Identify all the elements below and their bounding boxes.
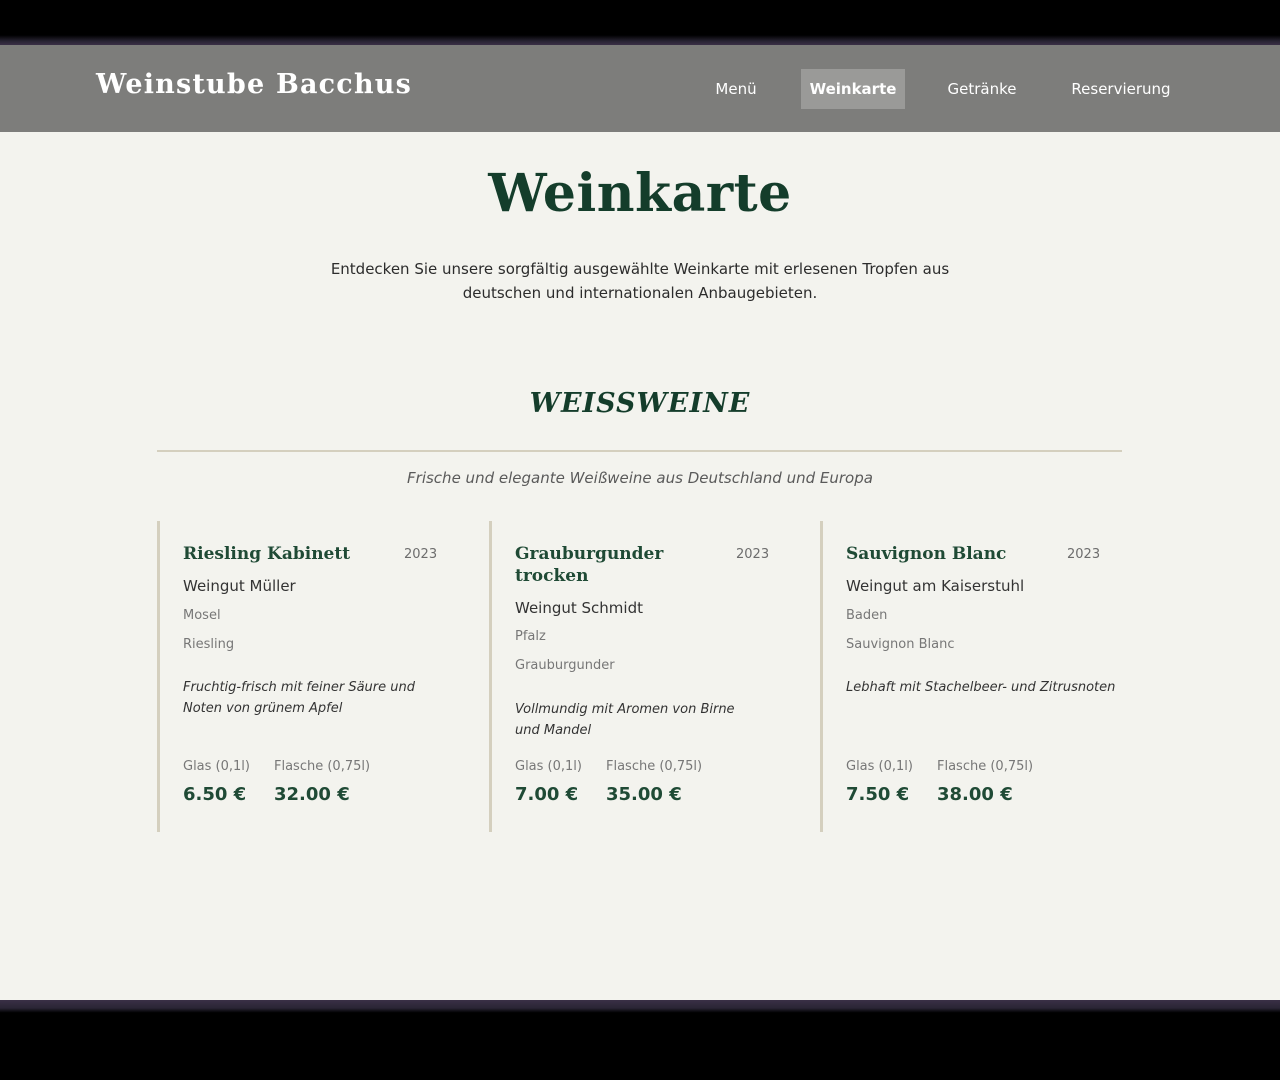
page: Weinstube Bacchus Menü Weinkarte Getränk… [0,45,1280,1000]
bottle-label: Flasche (0,75l) [274,759,371,774]
bottle-price: 38.00 € [937,784,1013,805]
window-frame-top [0,0,1280,45]
wine-year: 2023 [736,547,770,562]
nav-item-menu[interactable]: Menü [695,69,777,109]
wine-region: Baden [846,608,888,623]
section-subtitle: Frische und elegante Weißweine aus Deuts… [407,469,873,487]
wine-name: Sauvignon Blanc [846,544,1007,564]
nav-item-weinkarte[interactable]: Weinkarte [801,69,905,109]
glass-price: 7.50 € [846,784,910,805]
page-title: Weinkarte [488,163,792,224]
wine-grape: Riesling [183,637,235,652]
glass-price: 6.50 € [183,784,247,805]
wine-winery: Weingut Schmidt [515,599,643,617]
wine-card: Sauvignon Blanc 2023 Weingut am Kaiserst… [820,521,1120,832]
bottle-label: Flasche (0,75l) [606,759,703,774]
wine-description: Lebhaft mit Stachelbeer- und Zitrusnoten [846,680,1116,695]
nav-item-reservierung[interactable]: Reservierung [1058,69,1184,109]
wine-winery: Weingut Müller [183,577,296,595]
wine-region: Mosel [183,608,221,623]
wine-year: 2023 [1067,547,1101,562]
section-title: WEISSWEINE [529,388,751,419]
page-intro: Entdecken Sie unsere sorgfältig ausgewäh… [330,260,950,302]
wine-grape: Grauburgunder [515,658,615,673]
wine-region: Pfalz [515,629,546,644]
site-header: Weinstube Bacchus Menü Weinkarte Getränk… [0,45,1280,132]
wine-description: Fruchtig-frisch mit feiner Säure und Not… [183,680,415,716]
nav-item-getraenke[interactable]: Getränke [930,69,1034,109]
glass-label: Glas (0,1l) [183,759,250,774]
bottle-label: Flasche (0,75l) [937,759,1034,774]
main-nav: Menü Weinkarte Getränke Reservierung [0,69,1280,109]
wine-name: Riesling Kabinett [183,544,351,564]
bottle-price: 35.00 € [606,784,682,805]
wine-name: Grauburgunder trocken [515,544,664,586]
wine-grape: Sauvignon Blanc [846,637,955,652]
glass-label: Glas (0,1l) [846,759,913,774]
window-frame-bottom [0,1000,1280,1080]
wine-card: Grauburgunder trocken 2023 Weingut Schmi… [489,521,789,832]
section-divider [157,450,1122,452]
wine-winery: Weingut am Kaiserstuhl [846,577,1025,595]
wine-card: Riesling Kabinett 2023 Weingut Müller Mo… [157,521,457,832]
glass-price: 7.00 € [515,784,579,805]
wine-description: Vollmundig mit Aromen von Birne und Mand… [515,702,735,738]
glass-label: Glas (0,1l) [515,759,582,774]
bottle-price: 32.00 € [274,784,350,805]
wine-year: 2023 [404,547,438,562]
